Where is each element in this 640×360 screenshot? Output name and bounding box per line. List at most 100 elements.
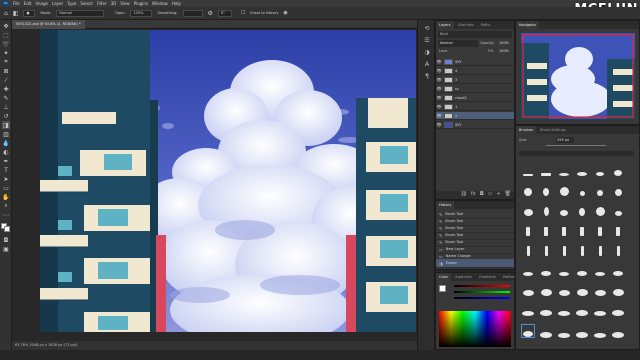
zoom-icon[interactable]: ⌕ xyxy=(2,202,10,210)
rectangle-icon[interactable]: ▭ xyxy=(2,184,10,192)
brush-preset[interactable] xyxy=(521,242,535,256)
layer-row[interactable]: 👁 SKY xyxy=(436,58,514,66)
blend-mode-select[interactable]: Normal xyxy=(438,40,478,47)
layer-row-selected[interactable]: 👁 2 xyxy=(436,112,514,120)
brush-preset[interactable] xyxy=(557,282,571,296)
brush-preset[interactable] xyxy=(575,242,589,256)
layer-row[interactable]: 👁 1 xyxy=(436,103,514,111)
opacity-input[interactable]: 100% xyxy=(130,9,153,17)
brush-preset[interactable] xyxy=(593,222,607,236)
fill-input[interactable]: 100% xyxy=(499,49,509,53)
layer-row[interactable]: 👁 cloud2 xyxy=(436,94,514,102)
brush-preset-selected[interactable] xyxy=(521,324,535,338)
brush-preset[interactable] xyxy=(557,302,571,316)
pen-icon[interactable]: ✒ xyxy=(2,157,10,165)
brush-preset[interactable] xyxy=(539,282,553,296)
visibility-eye-icon[interactable]: 👁 xyxy=(436,59,442,64)
brush-preset[interactable] xyxy=(611,262,625,276)
angle-input[interactable]: 0° xyxy=(217,9,232,17)
lasso-icon[interactable]: ➰ xyxy=(2,40,10,48)
visibility-eye-icon[interactable]: 👁 xyxy=(436,86,442,91)
brush-preset[interactable] xyxy=(539,242,553,256)
screen-mode-icon[interactable]: ▣ xyxy=(2,245,10,253)
layer-style-icon[interactable]: fx xyxy=(471,191,476,199)
menu-view[interactable]: View xyxy=(120,1,130,6)
navigator-thumbnail[interactable] xyxy=(521,33,635,119)
blur-icon[interactable]: 💧 xyxy=(2,139,10,147)
menu-window[interactable]: Window xyxy=(152,1,168,6)
brush-preset[interactable] xyxy=(575,324,589,338)
brush-preset[interactable] xyxy=(557,182,571,196)
visibility-eye-icon[interactable]: 👁 xyxy=(436,104,442,109)
brush-preset[interactable] xyxy=(557,222,571,236)
visibility-eye-icon[interactable]: 👁 xyxy=(436,122,442,127)
brush-preset[interactable] xyxy=(611,162,625,176)
brush-preset[interactable] xyxy=(557,262,571,276)
brush-preset[interactable] xyxy=(521,162,535,176)
history-brush-icon[interactable]: ↺ xyxy=(2,112,10,120)
brush-preset[interactable] xyxy=(539,222,553,236)
color-spectrum-ramp[interactable] xyxy=(439,311,511,347)
brush-preset[interactable] xyxy=(611,282,625,296)
brush-preset[interactable] xyxy=(593,242,607,256)
type-icon[interactable]: T xyxy=(2,166,10,174)
brush-preset[interactable] xyxy=(539,202,553,216)
brush-preset[interactable] xyxy=(521,262,535,276)
tab-brush-settings[interactable]: Brush Settings xyxy=(537,126,569,134)
pressure-size-icon[interactable]: ◉ xyxy=(283,10,287,16)
brush-preset[interactable] xyxy=(593,324,607,338)
smoothing-input[interactable] xyxy=(182,9,203,17)
menu-edit[interactable]: Edit xyxy=(24,1,32,6)
brush-preset[interactable] xyxy=(611,202,625,216)
brush-preset[interactable] xyxy=(521,302,535,316)
blue-slider[interactable] xyxy=(454,297,510,299)
brush-icon[interactable]: ✎ xyxy=(2,94,10,102)
tab-gradients[interactable]: Gradients xyxy=(476,273,499,281)
brush-preset[interactable] xyxy=(593,302,607,316)
brush-preset[interactable] xyxy=(575,182,589,196)
menu-filter[interactable]: Filter xyxy=(97,1,107,6)
layer-row[interactable]: 👁 ss xyxy=(436,85,514,93)
brush-preset[interactable] xyxy=(575,162,589,176)
gradient-icon[interactable]: ▥ xyxy=(2,130,10,138)
brush-preset[interactable] xyxy=(521,202,535,216)
add-mask-icon[interactable]: ◘ xyxy=(480,191,484,199)
more-icon[interactable]: ⋯ xyxy=(2,211,10,219)
brush-preset[interactable] xyxy=(521,182,535,196)
tab-layers[interactable]: Layers xyxy=(436,21,454,29)
brush-preset[interactable] xyxy=(575,282,589,296)
green-slider[interactable] xyxy=(454,291,510,293)
eraser-tool-preset-icon[interactable]: ◧ xyxy=(13,10,19,17)
crop-icon[interactable]: ⌗ xyxy=(2,58,10,66)
brush-preset[interactable] xyxy=(557,162,571,176)
hand-icon[interactable]: ✋ xyxy=(2,193,10,201)
properties-panel-icon[interactable]: ☰ xyxy=(422,36,432,45)
brush-preset[interactable] xyxy=(521,222,535,236)
brush-preset[interactable] xyxy=(539,182,553,196)
brush-preset[interactable] xyxy=(539,302,553,316)
brush-preset[interactable] xyxy=(593,202,607,216)
eraser-icon[interactable]: ◨ xyxy=(2,121,10,129)
path-select-icon[interactable]: ➤ xyxy=(2,175,10,183)
red-slider[interactable] xyxy=(454,285,510,287)
healing-icon[interactable]: ✚ xyxy=(2,85,10,93)
layer-row[interactable]: 👁 3 xyxy=(436,76,514,84)
visibility-eye-icon[interactable]: 👁 xyxy=(436,95,442,100)
brush-preset[interactable] xyxy=(521,282,535,296)
link-layers-icon[interactable]: ⛓ xyxy=(461,191,467,199)
brush-preset[interactable] xyxy=(557,324,571,338)
brush-preset[interactable] xyxy=(539,324,553,338)
brush-preset[interactable] xyxy=(575,262,589,276)
move-icon[interactable]: ✥ xyxy=(2,22,10,30)
history-item-selected[interactable]: ◨ Eraser xyxy=(436,259,514,268)
brush-preset[interactable] xyxy=(593,262,607,276)
menu-help[interactable]: Help xyxy=(172,1,181,6)
brush-size-slider[interactable] xyxy=(546,145,606,146)
layer-row[interactable]: 👁 4 xyxy=(436,67,514,75)
settings-gear-icon[interactable]: ⚙ xyxy=(208,10,213,17)
marquee-icon[interactable]: ⬚ xyxy=(2,31,10,39)
tab-swatches[interactable]: Swatches xyxy=(452,273,475,281)
erase-history-checkbox[interactable]: ☐ xyxy=(241,10,245,16)
brush-preset[interactable] xyxy=(557,242,571,256)
magic-wand-icon[interactable]: ✦ xyxy=(2,49,10,57)
